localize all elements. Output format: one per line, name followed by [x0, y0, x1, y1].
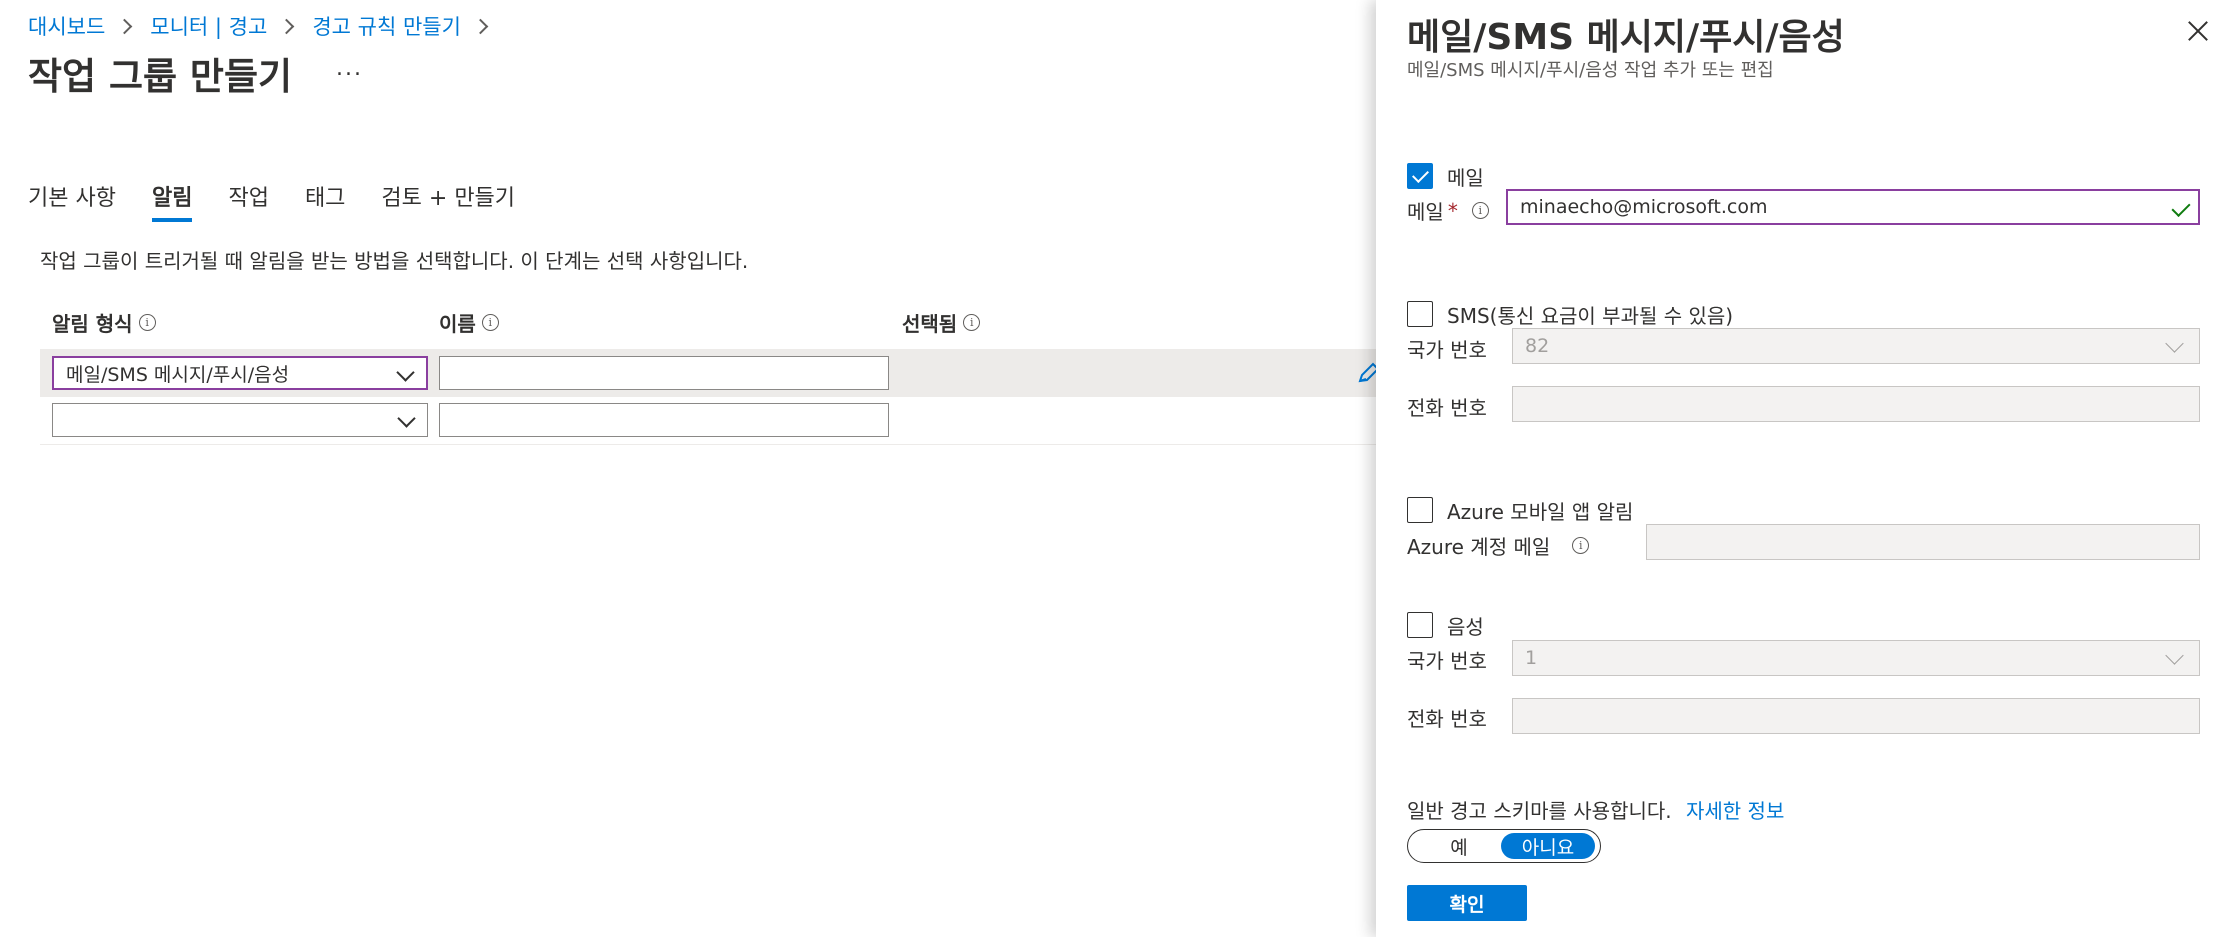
notification-name-input-row-1[interactable] — [439, 356, 889, 390]
toggle-option-yes[interactable]: 예 — [1412, 833, 1506, 859]
common-schema-toggle[interactable]: 예 아니요 — [1407, 829, 1601, 863]
panel-title: 메일/SMS 메시지/푸시/음성 — [1407, 17, 1845, 58]
panel-subtitle: 메일/SMS 메시지/푸시/음성 작업 추가 또는 편집 — [1407, 60, 1774, 81]
required-mark: * — [1447, 198, 1458, 223]
tab-actions[interactable]: 작업 — [228, 176, 268, 222]
tab-bar: 기본 사항 알림 작업 태그 검토 + 만들기 — [28, 176, 551, 222]
chevron-right-icon — [117, 18, 133, 34]
info-icon[interactable]: i — [138, 314, 156, 331]
tab-basics[interactable]: 기본 사항 — [28, 176, 116, 222]
notification-type-value: 메일/SMS 메시지/푸시/음성 — [66, 363, 290, 386]
chevron-right-icon — [472, 18, 489, 34]
notifications-description: 작업 그룹이 트리거될 때 알림을 받는 방법을 선택합니다. 이 단계는 선택… — [40, 249, 749, 273]
voice-phone-input[interactable] — [1512, 698, 2200, 734]
sms-country-label: 국가 번호 — [1407, 338, 1487, 362]
voice-country-label: 국가 번호 — [1407, 649, 1487, 673]
sms-country-code-value: 82 — [1525, 335, 1550, 357]
voice-checkbox[interactable] — [1407, 612, 1433, 638]
notification-type-select-row-2[interactable] — [52, 403, 428, 437]
push-account-label: Azure 계정 메일 i — [1407, 531, 1590, 560]
info-icon[interactable]: i — [1471, 202, 1489, 219]
breadcrumb-monitor-alerts[interactable]: 모니터 | 경고 — [150, 11, 267, 41]
tab-tags[interactable]: 태그 — [305, 176, 345, 222]
sms-checkbox[interactable] — [1407, 301, 1433, 327]
email-label-text: 메일 — [1407, 200, 1444, 224]
sms-phone-label: 전화 번호 — [1407, 396, 1487, 420]
voice-checkbox-label: 음성 — [1447, 615, 1484, 639]
chevron-right-icon — [279, 18, 295, 34]
email-checkbox[interactable] — [1407, 163, 1433, 189]
info-icon[interactable]: i — [1572, 537, 1590, 554]
info-icon[interactable]: i — [481, 314, 499, 331]
sms-country-code-select[interactable]: 82 — [1512, 328, 2200, 364]
toggle-option-no[interactable]: 아니요 — [1501, 833, 1595, 859]
column-header-label: 이름 — [439, 312, 476, 336]
column-header-name: 이름 i — [439, 308, 499, 337]
tab-review-create[interactable]: 검토 + 만들기 — [381, 176, 515, 222]
breadcrumb-dashboard[interactable]: 대시보드 — [28, 11, 105, 41]
close-icon[interactable] — [2184, 18, 2212, 46]
chevron-down-icon — [2165, 334, 2184, 353]
column-header-notification-type: 알림 형식 i — [52, 308, 156, 337]
push-account-label-text: Azure 계정 메일 — [1407, 535, 1551, 559]
table-row-divider — [40, 444, 1380, 445]
common-schema-row: 일반 경고 스키마를 사용합니다. 자세한 정보 — [1407, 795, 1784, 824]
common-schema-text: 일반 경고 스키마를 사용합니다. — [1407, 799, 1672, 823]
breadcrumb: 대시보드 모니터 | 경고 경고 규칙 만들기 — [28, 10, 506, 42]
column-header-label: 선택됨 — [902, 312, 958, 336]
chevron-down-icon — [397, 409, 416, 428]
more-options-button[interactable]: ... — [336, 56, 363, 81]
sms-checkbox-label: SMS(통신 요금이 부과될 수 있음) — [1447, 304, 1734, 328]
breadcrumb-create-alert-rule[interactable]: 경고 규칙 만들기 — [312, 11, 461, 41]
voice-country-code-value: 1 — [1525, 647, 1538, 669]
column-header-label: 알림 형식 — [52, 312, 133, 336]
info-icon[interactable]: i — [963, 314, 981, 331]
email-field-label: 메일 * i — [1407, 196, 1489, 225]
push-account-email-input[interactable] — [1646, 524, 2200, 560]
chevron-down-icon — [2165, 646, 2184, 665]
email-value: minaecho@microsoft.com — [1520, 196, 1768, 218]
email-checkbox-label: 메일 — [1447, 166, 1484, 190]
tab-notifications[interactable]: 알림 — [151, 176, 193, 222]
email-input[interactable]: minaecho@microsoft.com — [1506, 189, 2200, 225]
ok-button[interactable]: 확인 — [1407, 885, 1527, 921]
column-header-selected: 선택됨 i — [902, 308, 981, 337]
page-title: 작업 그룹 만들기 — [28, 55, 293, 98]
checkmark-icon — [2171, 197, 2191, 218]
voice-country-code-select[interactable]: 1 — [1512, 640, 2200, 676]
push-checkbox[interactable] — [1407, 497, 1433, 523]
notification-name-input-row-2[interactable] — [439, 403, 889, 437]
push-checkbox-label: Azure 모바일 앱 알림 — [1447, 500, 1634, 524]
notification-type-select-row-1[interactable]: 메일/SMS 메시지/푸시/음성 — [52, 356, 428, 390]
voice-phone-label: 전화 번호 — [1407, 707, 1487, 731]
chevron-down-icon — [396, 363, 415, 382]
sms-phone-input[interactable] — [1512, 386, 2200, 422]
learn-more-link[interactable]: 자세한 정보 — [1686, 799, 1784, 823]
